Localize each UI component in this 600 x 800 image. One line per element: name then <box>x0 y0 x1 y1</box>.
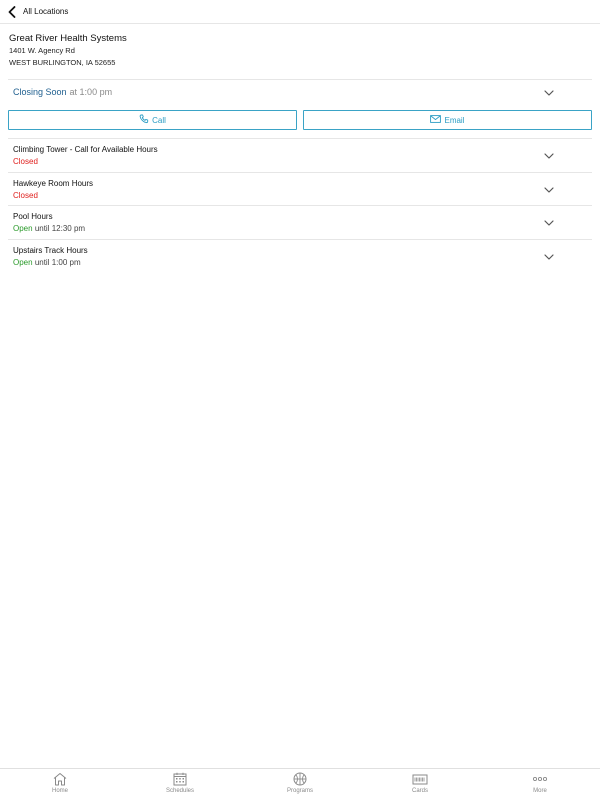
status-detail: at 1:00 pm <box>69 87 113 97</box>
phone-icon <box>139 114 152 126</box>
facility-status: Open <box>13 257 33 267</box>
tab-label: More <box>533 788 547 794</box>
contact-actions: Call Email <box>8 110 592 130</box>
tab-label: Cards <box>411 788 428 794</box>
back-label: All Locations <box>23 7 69 16</box>
tab-label: Programs <box>286 788 313 794</box>
tab-label: Home <box>51 788 68 794</box>
envelope-icon <box>430 115 444 125</box>
chevron-down-icon <box>544 83 554 101</box>
list-item[interactable]: Upstairs Track Hours Open until 1:00 pm <box>8 238 592 273</box>
chevron-down-icon <box>544 247 554 265</box>
address-line-1: 1401 W. Agency Rd <box>9 46 75 55</box>
call-label: Call <box>152 115 166 125</box>
tab-label: Schedules <box>165 788 195 794</box>
hours-status-row[interactable]: Closing Soon at 1:00 pm <box>8 79 592 104</box>
email-button[interactable]: Email <box>303 110 592 130</box>
status-state: Closing Soon <box>13 87 67 97</box>
list-item[interactable]: Climbing Tower - Call for Available Hour… <box>8 138 592 172</box>
tab-schedules[interactable]: Schedules <box>120 769 240 800</box>
chevron-down-icon <box>544 146 554 164</box>
location-name: Great River Health Systems <box>9 33 127 44</box>
call-button[interactable]: Call <box>8 110 297 130</box>
calendar-icon <box>173 772 187 786</box>
tab-more[interactable]: More <box>480 769 600 800</box>
facility-until: until 1:00 pm <box>34 257 81 267</box>
facility-name: Pool Hours <box>13 212 53 221</box>
chevron-down-icon <box>544 180 554 198</box>
email-label: Email <box>444 115 465 125</box>
tab-cards[interactable]: Cards <box>360 769 480 800</box>
facility-until: until 12:30 pm <box>34 224 86 233</box>
basketball-icon <box>293 772 307 786</box>
facility-name: Hawkeye Room Hours <box>13 178 94 188</box>
more-icon <box>532 772 548 786</box>
tab-home[interactable]: Home <box>0 769 120 800</box>
list-item[interactable]: Hawkeye Room Hours Closed <box>8 171 592 206</box>
chevron-down-icon <box>544 213 554 231</box>
back-button[interactable]: All Locations <box>0 0 68 24</box>
facility-name: Upstairs Track Hours <box>13 245 88 255</box>
facility-hours-list: Climbing Tower - Call for Available Hour… <box>8 138 592 272</box>
home-icon <box>52 772 68 786</box>
card-icon <box>412 772 428 786</box>
navigation-bar: All Locations <box>0 0 600 24</box>
bottom-tab-bar: Home Schedules Programs Cards More <box>0 768 600 800</box>
chevron-left-icon <box>8 5 16 18</box>
location-detail-screen: All Locations Great River Health Systems… <box>0 0 600 800</box>
tab-programs[interactable]: Programs <box>240 769 360 800</box>
facility-status: Closed <box>13 190 38 200</box>
location-info: Great River Health Systems 1401 W. Agenc… <box>9 33 127 69</box>
facility-status: Open <box>13 224 33 233</box>
facility-name: Climbing Tower - Call for Available Hour… <box>13 145 158 154</box>
list-item[interactable]: Pool Hours Open until 12:30 pm <box>8 205 592 239</box>
address-line-2: WEST BURLINGTON, IA 52655 <box>9 58 116 67</box>
facility-status: Closed <box>13 157 38 166</box>
